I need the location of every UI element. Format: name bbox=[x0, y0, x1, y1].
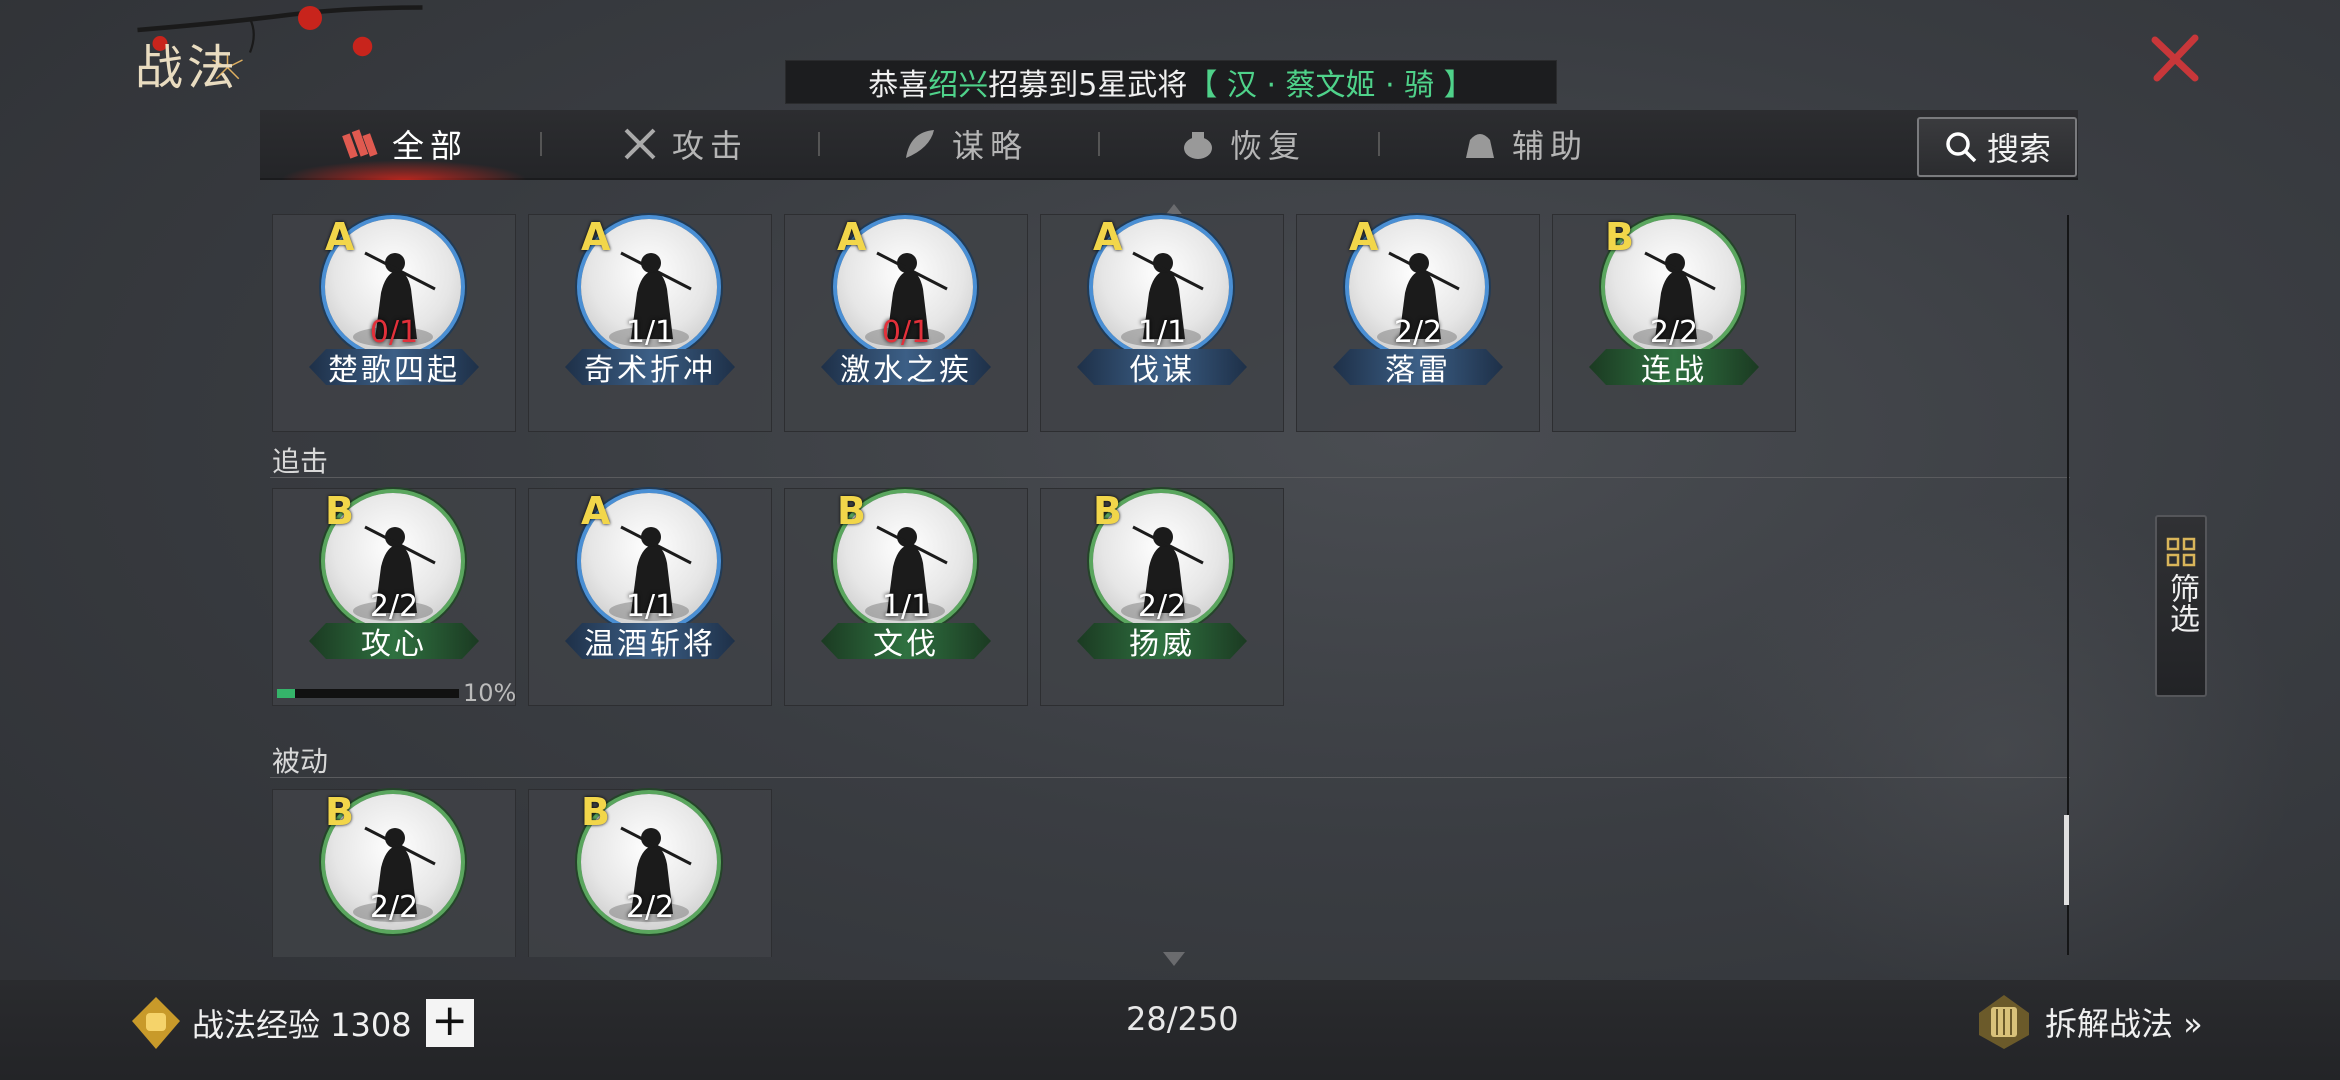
skill-name: 攻心 bbox=[309, 623, 479, 659]
notice-hero: 【 汉 · 蔡文姬 · 骑 】 bbox=[1187, 68, 1474, 103]
notice-player-name: 绍兴 bbox=[928, 68, 989, 103]
skill-card[interactable]: B 2/2 bbox=[272, 789, 516, 957]
skill-grade: A bbox=[581, 215, 611, 259]
skill-name: 伐谋 bbox=[1077, 349, 1247, 385]
notice-middle: 招募到5星武将 bbox=[988, 68, 1188, 103]
section-divider bbox=[270, 777, 2070, 778]
tactic-exp-panel: 战法经验 1308 + bbox=[128, 995, 474, 1051]
skill-grade: A bbox=[581, 489, 611, 533]
crossed-swords-icon bbox=[624, 128, 656, 160]
tab-divider bbox=[540, 132, 542, 156]
skill-name: 楚歌四起 bbox=[309, 349, 479, 385]
skill-card[interactable]: A 1/1 奇术折冲 bbox=[528, 214, 772, 432]
feather-fan-icon bbox=[906, 130, 934, 158]
tab-support[interactable]: 辅助 bbox=[1460, 110, 1588, 178]
skill-grade: B bbox=[325, 489, 354, 533]
skill-card[interactable]: A 2/2 落雷 bbox=[1296, 214, 1540, 432]
scroll-bundle-icon bbox=[342, 129, 378, 159]
add-exp-button[interactable]: + bbox=[425, 999, 474, 1047]
skill-card[interactable]: B 2/2 连战 bbox=[1552, 214, 1796, 432]
skill-count: 2/2 bbox=[625, 890, 675, 925]
skill-grade: A bbox=[325, 215, 355, 259]
skill-name: 奇术折冲 bbox=[565, 349, 735, 385]
skill-grade: B bbox=[325, 790, 354, 834]
skill-count: 0/1 bbox=[881, 315, 931, 350]
skill-card[interactable]: B 2/2 bbox=[528, 789, 772, 957]
tab-attack[interactable]: 攻击 bbox=[620, 110, 748, 178]
skill-grade: A bbox=[1093, 215, 1123, 259]
exp-fist-icon bbox=[132, 997, 180, 1049]
skill-grade: A bbox=[837, 215, 867, 259]
section-divider bbox=[270, 477, 2070, 478]
dismantle-label: 拆解战法 » bbox=[2045, 1005, 2203, 1043]
tab-recovery[interactable]: 恢复 bbox=[1178, 110, 1306, 178]
skill-card[interactable]: A 1/1 伐谋 bbox=[1040, 214, 1284, 432]
skill-name: 扬威 bbox=[1077, 623, 1247, 659]
skill-count: 2/2 bbox=[1649, 315, 1699, 350]
tab-divider bbox=[1098, 132, 1100, 156]
skill-count: 1/1 bbox=[1137, 315, 1187, 350]
scroll-down-arrow-icon[interactable] bbox=[1163, 952, 1185, 966]
section-label: 被动 bbox=[272, 745, 329, 778]
tab-strategy[interactable]: 谋略 bbox=[900, 110, 1028, 178]
skill-grade: A bbox=[1349, 215, 1379, 259]
skill-card[interactable]: B 1/1 文伐 bbox=[784, 488, 1028, 706]
search-button[interactable]: 搜索 bbox=[1917, 117, 2077, 177]
tab-strategy-label: 谋略 bbox=[952, 127, 1029, 165]
tactic-count: 28/250 bbox=[1126, 1000, 1239, 1038]
skill-count: 2/2 bbox=[1137, 589, 1187, 624]
page-title: 战法 bbox=[135, 40, 240, 96]
tab-all-label: 全部 bbox=[392, 127, 469, 165]
skill-name: 文伐 bbox=[821, 623, 991, 659]
skill-card[interactable]: B 2/2 扬威 bbox=[1040, 488, 1284, 706]
search-label: 搜索 bbox=[1986, 130, 2051, 168]
skill-grade: B bbox=[581, 790, 610, 834]
skill-grade: B bbox=[1093, 489, 1122, 533]
search-icon bbox=[1946, 132, 1977, 163]
category-tabbar: 全部 攻击 谋略 恢复 辅助 bbox=[260, 110, 2078, 180]
skill-count: 1/1 bbox=[881, 589, 931, 624]
section-label: 追击 bbox=[272, 445, 329, 478]
skill-count: 1/1 bbox=[625, 315, 675, 350]
skill-grade: B bbox=[1605, 215, 1634, 259]
skill-count: 0/1 bbox=[369, 315, 419, 350]
skill-count: 1/1 bbox=[625, 589, 675, 624]
close-icon bbox=[2151, 34, 2199, 82]
skill-card[interactable]: A 0/1 楚歌四起 bbox=[272, 214, 516, 432]
notice-prefix: 恭喜 bbox=[868, 68, 929, 103]
tab-recovery-label: 恢复 bbox=[1230, 127, 1307, 165]
skill-name: 温酒斩将 bbox=[565, 623, 735, 659]
medicine-pot-icon bbox=[1184, 132, 1212, 159]
dismantle-scroll-icon bbox=[1979, 995, 2029, 1049]
skill-grade: B bbox=[837, 489, 866, 533]
tab-attack-label: 攻击 bbox=[672, 127, 749, 165]
close-button[interactable] bbox=[2145, 28, 2205, 88]
skill-count: 2/2 bbox=[369, 890, 419, 925]
tactic-exp-label: 战法经验 1308 bbox=[192, 1006, 412, 1044]
list-scrollbar-thumb[interactable] bbox=[2064, 815, 2069, 905]
skill-name: 连战 bbox=[1589, 349, 1759, 385]
skill-card[interactable]: A 1/1 温酒斩将 bbox=[528, 488, 772, 706]
tab-all[interactable]: 全部 bbox=[279, 110, 529, 180]
skill-progress-bar bbox=[277, 689, 459, 698]
filter-button[interactable]: 筛选 bbox=[2155, 515, 2207, 697]
tab-divider bbox=[818, 132, 820, 156]
skill-count: 2/2 bbox=[1393, 315, 1443, 350]
grid-filter-icon bbox=[2166, 537, 2196, 567]
dismantle-tactic-button[interactable]: 拆解战法 » bbox=[1975, 993, 2203, 1051]
recruit-notice: 恭喜 绍兴 招募到5星武将 【 汉 · 蔡文姬 · 骑 】 bbox=[785, 60, 1557, 104]
skill-list: A 0/1 楚歌四起 A 1/1 奇术折冲 A 0/1 激水之疾 A 1/1 伐谋 A 2/2 落雷 B 2/2… bbox=[270, 212, 2070, 957]
tab-support-label: 辅助 bbox=[1512, 127, 1589, 165]
skill-name: 落雷 bbox=[1333, 349, 1503, 385]
skill-count: 2/2 bbox=[369, 589, 419, 624]
skill-progress-label: 10% bbox=[463, 679, 517, 707]
skill-card[interactable]: B 2/2 攻心 10% bbox=[272, 488, 517, 707]
pouch-icon bbox=[1466, 134, 1494, 158]
skill-name: 激水之疾 bbox=[821, 349, 991, 385]
tab-divider bbox=[1378, 132, 1380, 156]
filter-label: 筛选 bbox=[2164, 573, 2199, 633]
skill-card[interactable]: A 0/1 激水之疾 bbox=[784, 214, 1028, 432]
